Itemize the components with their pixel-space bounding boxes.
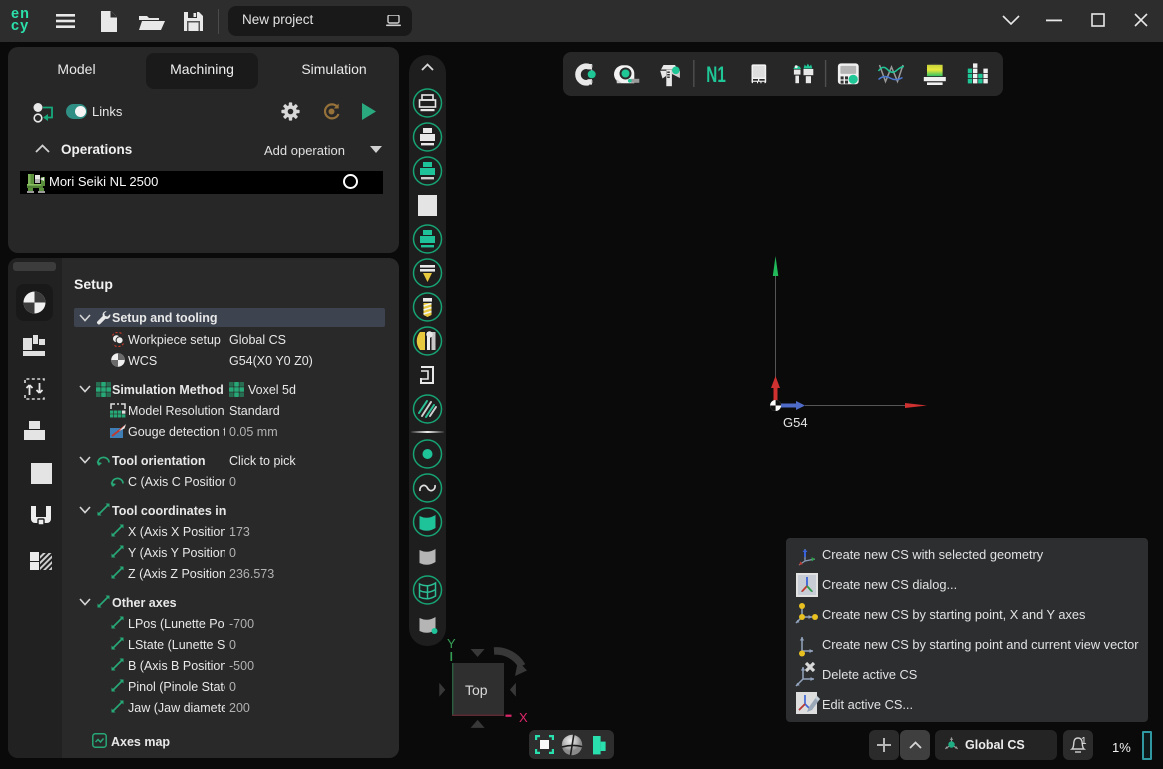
svg-text:X: X [519,710,528,725]
svg-text:1: 1 [1081,736,1087,747]
svg-text:Y: Y [447,636,456,651]
svg-text:Top: Top [465,682,488,698]
svg-text:N1: N1 [706,62,726,87]
svg-text:G54: G54 [783,415,808,430]
